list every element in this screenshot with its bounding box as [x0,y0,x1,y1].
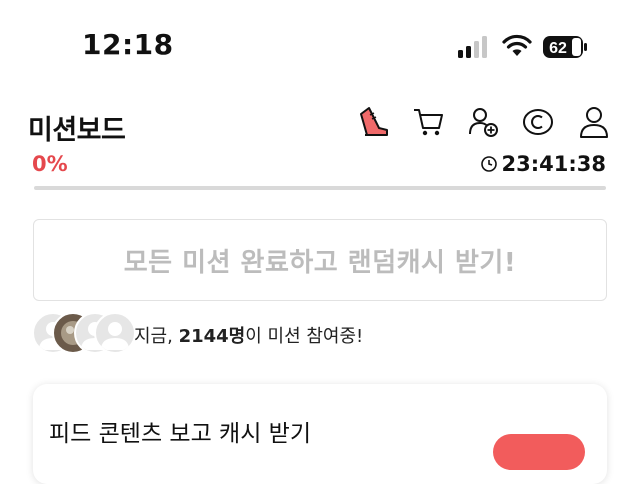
page-title: 미션보드 [28,115,126,146]
progress-row: 0% 23:41:38 [0,150,640,190]
status-bar: 12:18 62 [0,0,640,96]
mission-card-button[interactable] [493,434,585,470]
status-time: 12:18 [82,28,174,61]
clock-icon [480,156,497,172]
participants-suffix: 이 미션 참여중! [245,326,364,347]
random-cash-reward-button[interactable]: 모든 미션 완료하고 랜덤캐시 받기! [33,219,607,301]
sneaker-icon[interactable] [355,104,391,140]
battery-level: 62 [549,40,567,57]
app-header: 미션보드 [0,96,640,156]
battery-icon: 62 [543,36,587,58]
avatar [94,312,136,354]
coin-icon[interactable] [520,104,556,140]
progress-track [34,186,606,190]
countdown-value: 23:41:38 [501,152,606,176]
wifi-icon [502,34,532,56]
cellular-signal-icon [458,36,487,58]
cart-icon[interactable] [410,104,446,140]
participant-avatars [32,312,142,354]
countdown-timer: 23:41:38 [480,152,606,176]
add-friend-icon[interactable] [466,104,502,140]
mission-card-title: 피드 콘텐츠 보고 캐시 받기 [49,421,312,447]
profile-icon[interactable] [576,104,612,140]
participants-count: 2144명 [178,326,246,347]
mission-card[interactable]: 피드 콘텐츠 보고 캐시 받기 [33,384,607,484]
participants-text: 지금, 2144명이 미션 참여중! [134,322,363,348]
progress-percent: 0% [32,152,68,176]
participants-prefix: 지금, [134,326,179,347]
